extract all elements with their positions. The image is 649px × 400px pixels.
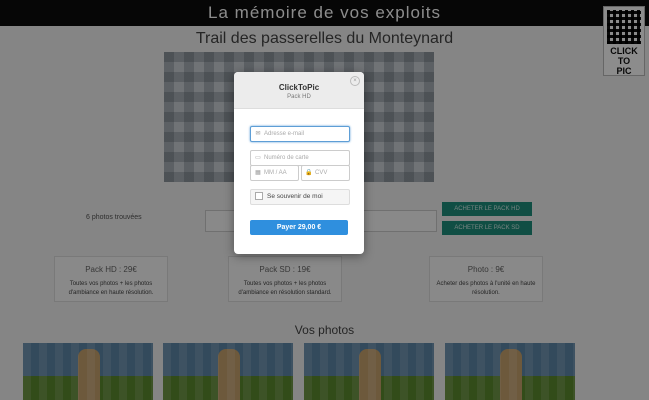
modal-title: ClickToPic [278, 83, 320, 92]
close-icon[interactable]: × [350, 76, 360, 86]
expiry-placeholder: MM / AA [264, 170, 287, 176]
cvv-placeholder: CVV [315, 170, 328, 176]
calendar-icon: ▦ [255, 170, 261, 176]
modal-header: ClickToPic Pack HD × [234, 72, 364, 109]
remember-me-checkbox[interactable]: Se souvenir de moi [250, 189, 350, 205]
email-placeholder: Adresse e-mail [264, 131, 305, 137]
card-placeholder: Numéro de carte [264, 155, 309, 161]
lock-icon: 🔒 [305, 170, 313, 176]
card-number-field[interactable]: ▭ Numéro de carte [250, 150, 350, 166]
modal-subtitle: Pack HD [287, 94, 311, 100]
cvv-field[interactable]: 🔒 CVV [301, 165, 350, 181]
email-field[interactable]: ✉ Adresse e-mail [250, 126, 350, 142]
pay-button[interactable]: Payer 29,00 € [250, 220, 348, 235]
checkout-modal: ClickToPic Pack HD × ✉ Adresse e-mail ▭ Nu… [234, 72, 364, 254]
checkbox-box[interactable] [255, 192, 263, 201]
remember-label: Se souvenir de moi [267, 193, 323, 200]
expiry-field[interactable]: ▦ MM / AA [250, 165, 299, 181]
envelope-icon: ✉ [255, 131, 261, 137]
card-icon: ▭ [255, 155, 261, 161]
